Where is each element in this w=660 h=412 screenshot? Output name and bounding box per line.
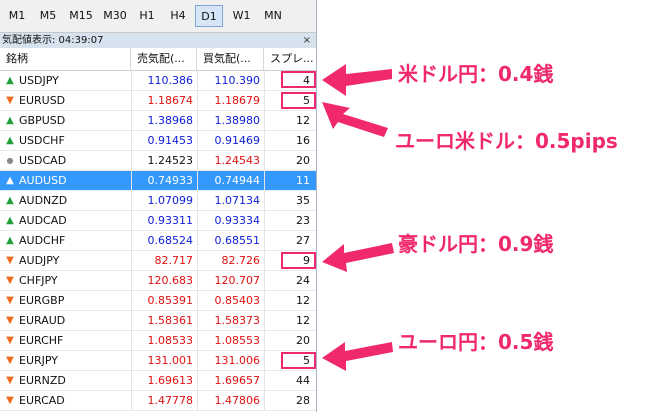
annotation-eurusd: ユーロ米ドル：0.5pips	[395, 129, 618, 153]
annotation-usdjpy: 米ドル円：0.4銭	[398, 62, 554, 86]
annotation-arrows	[322, 64, 394, 371]
annotation-eurjpy: ユーロ円：0.5銭	[398, 330, 554, 354]
annotation-audjpy: 豪ドル円：0.9銭	[398, 232, 554, 256]
arrow-icon	[322, 342, 393, 371]
arrow-icon	[322, 64, 392, 96]
arrow-icon	[322, 243, 394, 272]
arrow-icon	[322, 102, 388, 137]
